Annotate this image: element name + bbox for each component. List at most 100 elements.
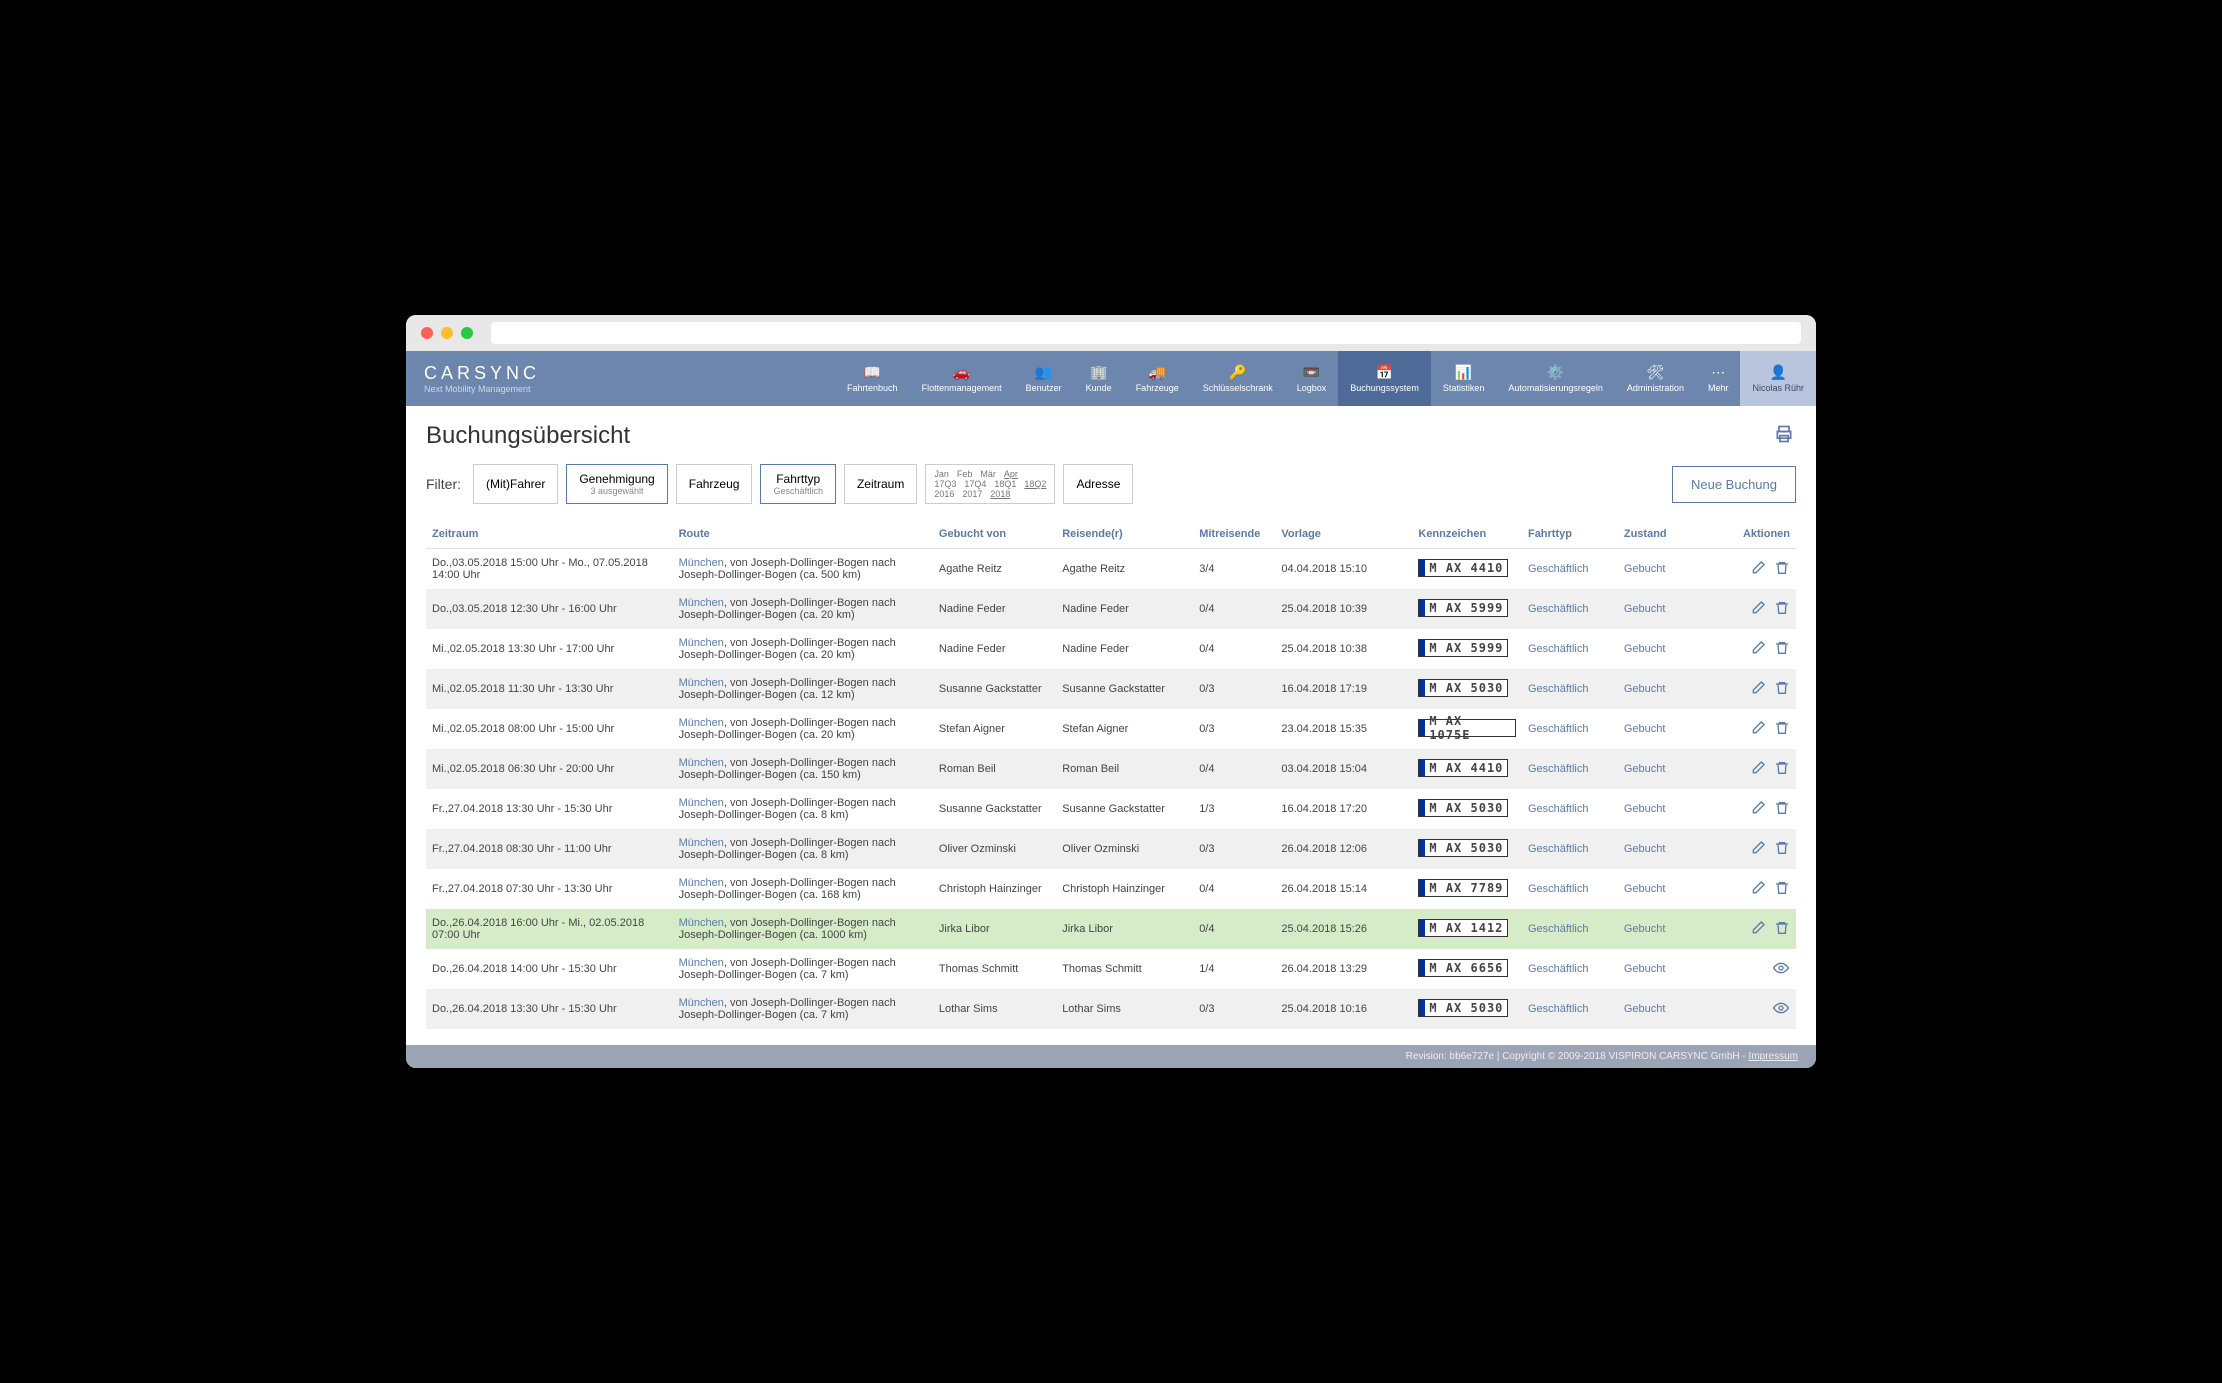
col-zeitraum[interactable]: Zeitraum xyxy=(426,520,673,549)
close-window-icon[interactable] xyxy=(421,327,433,339)
cell-zustand: Gebucht xyxy=(1618,589,1700,629)
nav-logbox[interactable]: 📼Logbox xyxy=(1285,351,1339,406)
edit-icon[interactable] xyxy=(1750,920,1766,939)
cell-gebucht-von: Thomas Schmitt xyxy=(933,949,1056,989)
page-title: Buchungsübersicht xyxy=(426,422,1796,450)
nav-user[interactable]: 👤Nicolas Rühr xyxy=(1740,351,1816,406)
user-icon: 👤 xyxy=(1768,364,1788,380)
delete-icon[interactable] xyxy=(1774,760,1790,779)
table-row[interactable]: Fr.,27.04.2018 07:30 Uhr - 13:30 UhrMünc… xyxy=(426,869,1796,909)
delete-icon[interactable] xyxy=(1774,800,1790,819)
cell-vorlage: 26.04.2018 12:06 xyxy=(1275,829,1412,869)
edit-icon[interactable] xyxy=(1750,840,1766,859)
edit-icon[interactable] xyxy=(1750,760,1766,779)
cell-kennzeichen: M AX 1075E xyxy=(1412,709,1522,749)
table-row[interactable]: Do.,03.05.2018 12:30 Uhr - 16:00 UhrMünc… xyxy=(426,589,1796,629)
print-icon[interactable] xyxy=(1774,424,1794,449)
table-row[interactable]: Fr.,27.04.2018 08:30 Uhr - 11:00 UhrMünc… xyxy=(426,829,1796,869)
table-row[interactable]: Do.,26.04.2018 13:30 Uhr - 15:30 UhrMünc… xyxy=(426,989,1796,1029)
delete-icon[interactable] xyxy=(1774,600,1790,619)
filter-genehmigung[interactable]: Genehmigung3 ausgewählt xyxy=(566,464,667,504)
col-reisender[interactable]: Reisende(r) xyxy=(1056,520,1193,549)
delete-icon[interactable] xyxy=(1774,840,1790,859)
cell-zeitraum: Mi.,02.05.2018 11:30 Uhr - 13:30 Uhr xyxy=(426,669,673,709)
delete-icon[interactable] xyxy=(1774,680,1790,699)
cell-vorlage: 25.04.2018 10:16 xyxy=(1275,989,1412,1029)
edit-icon[interactable] xyxy=(1750,880,1766,899)
table-row[interactable]: Do.,03.05.2018 15:00 Uhr - Mo., 07.05.20… xyxy=(426,549,1796,590)
filter-fahrzeug[interactable]: Fahrzeug xyxy=(676,464,753,504)
nav-schlüsselschrank[interactable]: 🔑Schlüsselschrank xyxy=(1191,351,1285,406)
nav-flottenmanagement[interactable]: 🚗Flottenmanagement xyxy=(910,351,1014,406)
table-row[interactable]: Mi.,02.05.2018 13:30 Uhr - 17:00 UhrMünc… xyxy=(426,629,1796,669)
table-row[interactable]: Do.,26.04.2018 16:00 Uhr - Mi., 02.05.20… xyxy=(426,909,1796,949)
edit-icon[interactable] xyxy=(1750,600,1766,619)
brand-block: CARSYNC Next Mobility Management xyxy=(406,351,558,406)
nav-fahrzeuge[interactable]: 🚚Fahrzeuge xyxy=(1124,351,1191,406)
nav-statistiken[interactable]: 📊Statistiken xyxy=(1431,351,1497,406)
col-gebucht-von[interactable]: Gebucht von xyxy=(933,520,1056,549)
edit-icon[interactable] xyxy=(1750,800,1766,819)
cell-route: München, von Joseph-Dollinger-Bogen nach… xyxy=(673,589,933,629)
delete-icon[interactable] xyxy=(1774,880,1790,899)
new-booking-button[interactable]: Neue Buchung xyxy=(1672,466,1796,503)
filter-mitfahrer[interactable]: (Mit)Fahrer xyxy=(473,464,558,504)
col-kennzeichen[interactable]: Kennzeichen xyxy=(1412,520,1522,549)
filter-adresse[interactable]: Adresse xyxy=(1063,464,1133,504)
nav-buchungssystem[interactable]: 📅Buchungssystem xyxy=(1338,351,1431,406)
cell-reisender: Roman Beil xyxy=(1056,749,1193,789)
table-row[interactable]: Mi.,02.05.2018 08:00 Uhr - 15:00 UhrMünc… xyxy=(426,709,1796,749)
cell-mitreisende: 0/4 xyxy=(1193,749,1275,789)
cell-reisender: Stefan Aigner xyxy=(1056,709,1193,749)
nav-automatisierungsregeln[interactable]: ⚙️Automatisierungsregeln xyxy=(1496,351,1615,406)
cell-kennzeichen: M AX 5999 xyxy=(1412,589,1522,629)
view-icon[interactable] xyxy=(1772,1000,1790,1019)
edit-icon[interactable] xyxy=(1750,680,1766,699)
license-plate: M AX 6656 xyxy=(1418,959,1508,977)
filter-zeitraum[interactable]: Zeitraum xyxy=(844,464,917,504)
col-mitreisende[interactable]: Mitreisende xyxy=(1193,520,1275,549)
nav-mehr[interactable]: ⋯Mehr xyxy=(1696,351,1741,406)
cell-fahrttyp: Geschäftlich xyxy=(1522,869,1618,909)
nav-kunde[interactable]: 🏢Kunde xyxy=(1074,351,1124,406)
cell-route: München, von Joseph-Dollinger-Bogen nach… xyxy=(673,869,933,909)
filter-timegrid[interactable]: JanFebMärApr17Q317Q418Q118Q2201620172018 xyxy=(925,464,1055,504)
license-plate: M AX 5999 xyxy=(1418,599,1508,617)
edit-icon[interactable] xyxy=(1750,640,1766,659)
cell-mitreisende: 0/3 xyxy=(1193,709,1275,749)
edit-icon[interactable] xyxy=(1750,560,1766,579)
filter-row: Filter: (Mit)Fahrer Genehmigung3 ausgewä… xyxy=(426,464,1796,504)
view-icon[interactable] xyxy=(1772,960,1790,979)
cell-reisender: Lothar Sims xyxy=(1056,989,1193,1029)
col-aktionen: Aktionen xyxy=(1700,520,1796,549)
delete-icon[interactable] xyxy=(1774,640,1790,659)
table-row[interactable]: Fr.,27.04.2018 13:30 Uhr - 15:30 UhrMünc… xyxy=(426,789,1796,829)
col-vorlage[interactable]: Vorlage xyxy=(1275,520,1412,549)
cell-route: München, von Joseph-Dollinger-Bogen nach… xyxy=(673,629,933,669)
edit-icon[interactable] xyxy=(1750,720,1766,739)
table-row[interactable]: Mi.,02.05.2018 11:30 Uhr - 13:30 UhrMünc… xyxy=(426,669,1796,709)
nav-fahrtenbuch[interactable]: 📖Fahrtenbuch xyxy=(835,351,910,406)
license-plate: M AX 5030 xyxy=(1418,999,1508,1017)
table-row[interactable]: Mi.,02.05.2018 06:30 Uhr - 20:00 UhrMünc… xyxy=(426,749,1796,789)
fahrzeuge-icon: 🚚 xyxy=(1147,364,1167,380)
filter-fahrttyp[interactable]: FahrttypGeschäftlich xyxy=(760,464,836,504)
cell-fahrttyp: Geschäftlich xyxy=(1522,829,1618,869)
fahrtenbuch-icon: 📖 xyxy=(862,364,882,380)
impressum-link[interactable]: Impressum xyxy=(1749,1051,1798,1062)
col-zustand[interactable]: Zustand xyxy=(1618,520,1700,549)
nav-administration[interactable]: 🛠Administration xyxy=(1615,351,1696,406)
col-route[interactable]: Route xyxy=(673,520,933,549)
col-fahrttyp[interactable]: Fahrttyp xyxy=(1522,520,1618,549)
url-bar[interactable] xyxy=(491,322,1801,344)
delete-icon[interactable] xyxy=(1774,920,1790,939)
delete-icon[interactable] xyxy=(1774,720,1790,739)
nav-benutzer[interactable]: 👥Benutzer xyxy=(1014,351,1074,406)
maximize-window-icon[interactable] xyxy=(461,327,473,339)
cell-aktionen xyxy=(1700,549,1796,590)
cell-vorlage: 16.04.2018 17:20 xyxy=(1275,789,1412,829)
delete-icon[interactable] xyxy=(1774,560,1790,579)
minimize-window-icon[interactable] xyxy=(441,327,453,339)
cell-kennzeichen: M AX 7789 xyxy=(1412,869,1522,909)
table-row[interactable]: Do.,26.04.2018 14:00 Uhr - 15:30 UhrMünc… xyxy=(426,949,1796,989)
